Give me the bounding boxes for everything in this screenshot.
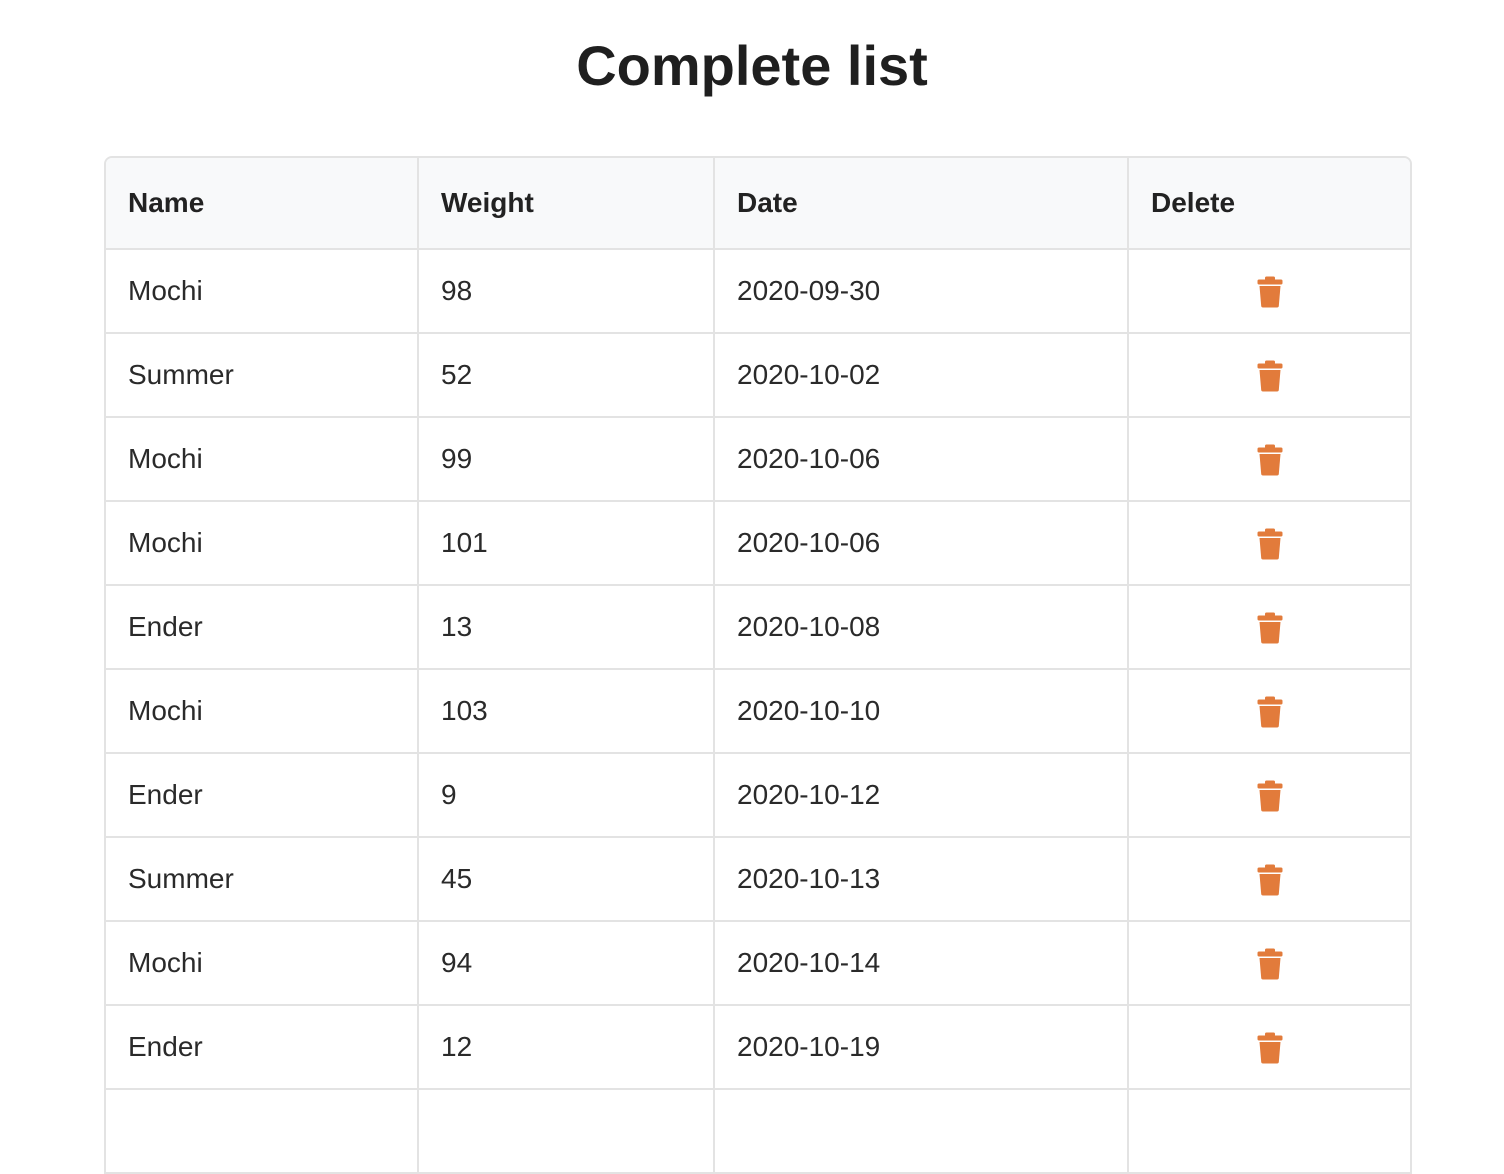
table-header: Name Weight Date Delete xyxy=(106,158,1410,250)
cell-name: Ender xyxy=(106,753,419,838)
page-title: Complete list xyxy=(576,34,928,97)
cell-name: Mochi xyxy=(106,921,419,1006)
cell-name: Summer xyxy=(106,333,419,418)
table-header-row: Name Weight Date Delete xyxy=(106,158,1410,250)
column-header-weight: Weight xyxy=(418,158,715,250)
trash-icon xyxy=(1257,780,1282,812)
trash-icon xyxy=(1257,948,1282,980)
cell-weight xyxy=(418,1089,715,1174)
delete-button[interactable] xyxy=(1257,276,1283,308)
cell-delete xyxy=(1128,921,1410,1006)
cell-weight: 99 xyxy=(418,417,715,502)
cell-date: 2020-10-14 xyxy=(714,921,1129,1006)
column-header-name: Name xyxy=(106,158,419,250)
delete-button[interactable] xyxy=(1257,528,1283,560)
cell-name: Ender xyxy=(106,1005,419,1090)
table-row: Mochi 98 2020-09-30 xyxy=(106,249,1410,334)
delete-button[interactable] xyxy=(1257,1032,1283,1064)
delete-button[interactable] xyxy=(1257,864,1283,896)
cell-weight: 94 xyxy=(418,921,715,1006)
trash-icon xyxy=(1257,696,1282,728)
cell-delete xyxy=(1128,585,1410,670)
trash-icon xyxy=(1257,864,1282,896)
cell-delete xyxy=(1128,1005,1410,1090)
cell-name: Summer xyxy=(106,837,419,922)
table-row: Summer 52 2020-10-02 xyxy=(106,333,1410,418)
trash-icon xyxy=(1257,360,1282,392)
table-row: Ender 12 2020-10-19 xyxy=(106,1005,1410,1090)
cell-date xyxy=(714,1089,1129,1174)
cell-weight: 98 xyxy=(418,249,715,334)
cell-date: 2020-09-30 xyxy=(714,249,1129,334)
cell-name: Mochi xyxy=(106,669,419,754)
cell-weight: 103 xyxy=(418,669,715,754)
column-header-date: Date xyxy=(714,158,1129,250)
delete-button[interactable] xyxy=(1257,948,1283,980)
cell-weight: 52 xyxy=(418,333,715,418)
cell-delete xyxy=(1128,501,1410,586)
table-row: Mochi 94 2020-10-14 xyxy=(106,921,1410,1006)
cell-date: 2020-10-06 xyxy=(714,501,1129,586)
table-row: Ender 9 2020-10-12 xyxy=(106,753,1410,838)
table-row xyxy=(106,1089,1410,1174)
cell-name: Mochi xyxy=(106,249,419,334)
table-row: Mochi 103 2020-10-10 xyxy=(106,669,1410,754)
cell-delete xyxy=(1128,837,1410,922)
delete-button[interactable] xyxy=(1257,444,1283,476)
trash-icon xyxy=(1257,444,1282,476)
cell-name: Mochi xyxy=(106,417,419,502)
cell-delete xyxy=(1128,1089,1410,1174)
cell-weight: 45 xyxy=(418,837,715,922)
cell-delete xyxy=(1128,417,1410,502)
weight-table-container: Name Weight Date Delete Mochi 98 2020-09-3… xyxy=(104,156,1412,1174)
cell-date: 2020-10-12 xyxy=(714,753,1129,838)
cell-weight: 9 xyxy=(418,753,715,838)
delete-button[interactable] xyxy=(1257,360,1283,392)
table-body: Mochi 98 2020-09-30 Summer 52 2020-10-02 Mochi… xyxy=(106,249,1410,1174)
cell-date: 2020-10-08 xyxy=(714,585,1129,670)
cell-delete xyxy=(1128,333,1410,418)
cell-date: 2020-10-19 xyxy=(714,1005,1129,1090)
table-row: Mochi 99 2020-10-06 xyxy=(106,417,1410,502)
column-header-delete: Delete xyxy=(1128,158,1410,250)
cell-delete xyxy=(1128,753,1410,838)
delete-button[interactable] xyxy=(1257,612,1283,644)
cell-date: 2020-10-13 xyxy=(714,837,1129,922)
cell-date: 2020-10-02 xyxy=(714,333,1129,418)
table-row: Mochi 101 2020-10-06 xyxy=(106,501,1410,586)
table-row: Summer 45 2020-10-13 xyxy=(106,837,1410,922)
cell-name xyxy=(106,1089,419,1174)
cell-name: Mochi xyxy=(106,501,419,586)
trash-icon xyxy=(1257,528,1282,560)
cell-weight: 13 xyxy=(418,585,715,670)
trash-icon xyxy=(1257,276,1282,308)
trash-icon xyxy=(1257,612,1282,644)
cell-delete xyxy=(1128,669,1410,754)
delete-button[interactable] xyxy=(1257,780,1283,812)
cell-date: 2020-10-06 xyxy=(714,417,1129,502)
table-row: Ender 13 2020-10-08 xyxy=(106,585,1410,670)
cell-date: 2020-10-10 xyxy=(714,669,1129,754)
weight-table: Name Weight Date Delete Mochi 98 2020-09-3… xyxy=(106,158,1410,1174)
cell-weight: 101 xyxy=(418,501,715,586)
cell-weight: 12 xyxy=(418,1005,715,1090)
cell-name: Ender xyxy=(106,585,419,670)
trash-icon xyxy=(1257,1032,1282,1064)
cell-delete xyxy=(1128,249,1410,334)
delete-button[interactable] xyxy=(1257,696,1283,728)
